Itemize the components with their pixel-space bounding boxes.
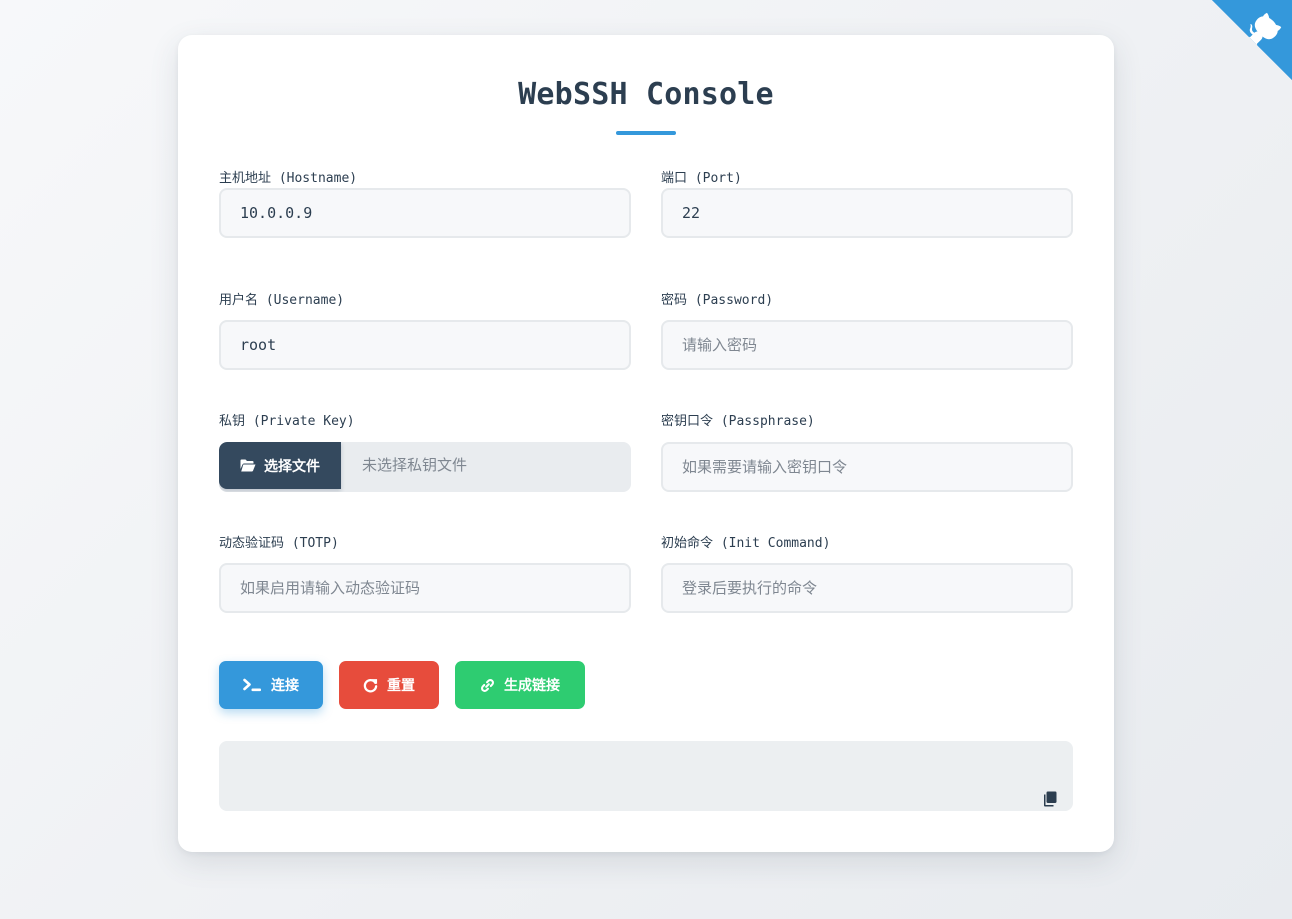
reset-label: 重置 [387, 678, 415, 694]
init-command-input[interactable] [661, 563, 1073, 613]
folder-open-icon [240, 459, 256, 472]
init-command-field: 初始命令 (Init Command) [661, 535, 1073, 613]
hostname-input[interactable] [219, 188, 631, 238]
password-input[interactable] [661, 320, 1073, 370]
totp-input[interactable] [219, 563, 631, 613]
redo-icon [363, 678, 378, 693]
hostname-field: 主机地址 (Hostname) [219, 170, 631, 238]
username-label: 用户名 (Username) [219, 293, 345, 308]
port-input[interactable] [661, 188, 1073, 238]
generate-link-label: 生成链接 [504, 678, 560, 694]
terminal-icon [243, 678, 262, 692]
generate-link-button[interactable]: 生成链接 [455, 661, 585, 709]
password-field: 密码 (Password) [661, 292, 1073, 370]
link-icon [480, 678, 495, 693]
private-key-label: 私钥 (Private Key) [219, 414, 355, 429]
github-corner-link[interactable] [1212, 0, 1292, 80]
totp-label: 动态验证码 (TOTP) [219, 536, 339, 551]
reset-button[interactable]: 重置 [339, 661, 439, 709]
copy-icon[interactable] [1043, 768, 1057, 807]
totp-field: 动态验证码 (TOTP) [219, 535, 631, 613]
connection-card: WebSSH Console 主机地址 (Hostname) 端口 (Port)… [178, 35, 1114, 852]
passphrase-label: 密钥口令 (Passphrase) [661, 414, 815, 429]
hostname-label: 主机地址 (Hostname) [219, 171, 358, 186]
passphrase-field: 密钥口令 (Passphrase) [661, 413, 1073, 492]
choose-file-label: 选择文件 [264, 458, 320, 475]
port-field: 端口 (Port) [661, 170, 1073, 238]
init-command-label: 初始命令 (Init Command) [661, 536, 831, 551]
password-label: 密码 (Password) [661, 293, 774, 308]
passphrase-input[interactable] [661, 442, 1073, 492]
connect-label: 连接 [271, 678, 299, 694]
username-input[interactable] [219, 320, 631, 370]
title-underline [616, 131, 676, 135]
private-key-field: 私钥 (Private Key) 选择文件 未选择私钥文件 [219, 413, 631, 492]
page-title: WebSSH Console [518, 77, 774, 112]
private-key-file-input[interactable]: 选择文件 未选择私钥文件 [219, 442, 631, 492]
file-status-text: 未选择私钥文件 [362, 456, 468, 474]
generated-link-box [219, 741, 1073, 811]
choose-file-button[interactable]: 选择文件 [219, 442, 341, 489]
port-label: 端口 (Port) [661, 171, 742, 186]
username-field: 用户名 (Username) [219, 292, 631, 370]
connect-button[interactable]: 连接 [219, 661, 323, 709]
github-icon[interactable] [1212, 0, 1292, 80]
